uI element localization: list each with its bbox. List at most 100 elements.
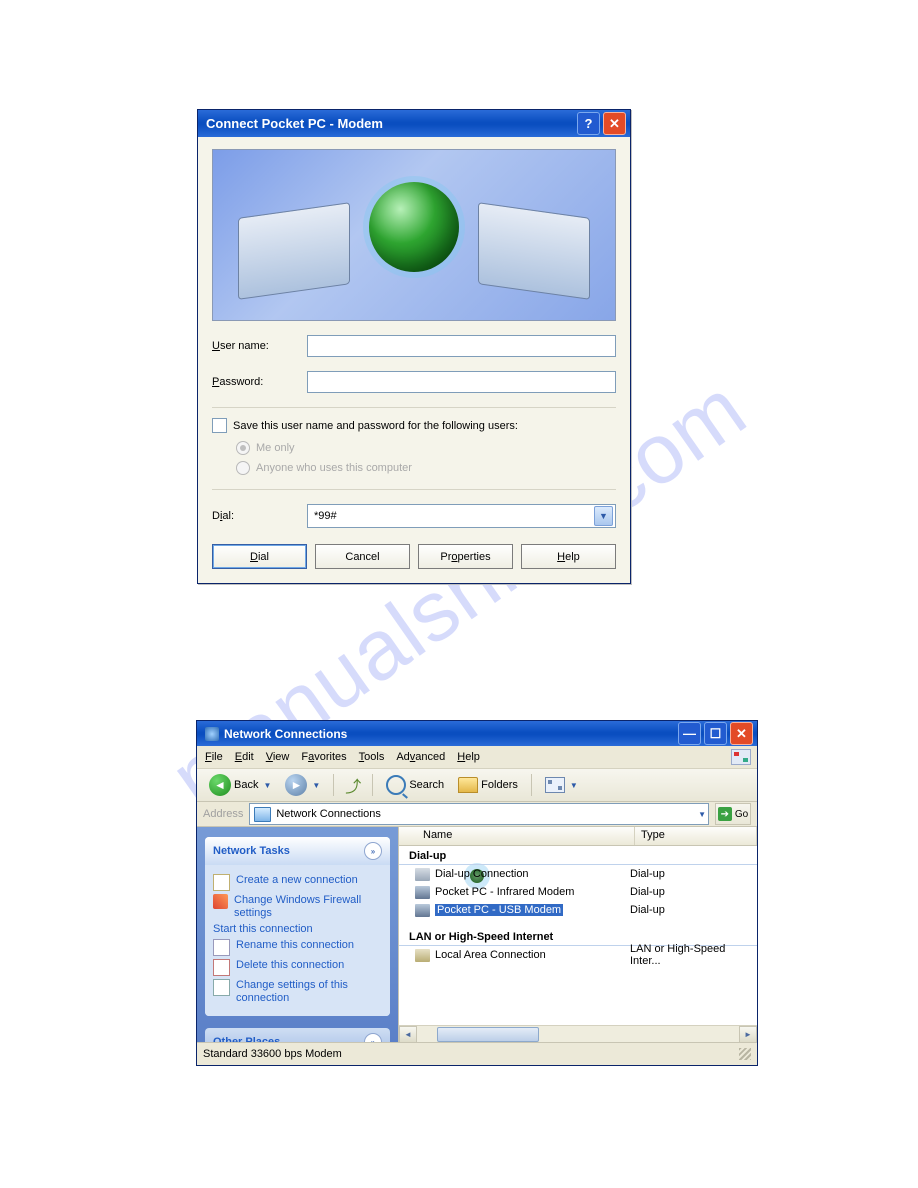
list-item[interactable]: Dial-up Connection Dial-up <box>399 865 757 883</box>
properties-button[interactable]: Properties <box>418 544 513 569</box>
chevron-down-icon[interactable]: ▼ <box>698 810 706 819</box>
scroll-track[interactable] <box>417 1026 739 1042</box>
item-type: Dial-up <box>630 886 757 898</box>
network-tasks-list: Create a new connection Change Windows F… <box>205 865 390 1016</box>
window-titlebar[interactable]: Network Connections — ☐ ✕ <box>197 721 757 746</box>
me-only-label: Me only <box>256 442 295 454</box>
forward-button[interactable]: ► ▼ <box>281 773 324 797</box>
scroll-thumb[interactable] <box>437 1027 539 1042</box>
dial-label: Dial: <box>212 510 307 522</box>
column-name[interactable]: Name <box>399 827 635 845</box>
sidebar-item-new-connection[interactable]: Create a new connection <box>213 874 384 891</box>
chevron-down-icon[interactable]: ▼ <box>312 781 320 790</box>
scroll-right-icon[interactable]: ► <box>739 1026 757 1043</box>
side-panel: Network Tasks » Create a new connection … <box>197 827 398 1042</box>
item-name: Dial-up Connection <box>435 868 529 880</box>
item-name: Local Area Connection <box>435 949 546 961</box>
network-connections-icon <box>254 807 271 822</box>
item-type: Dial-up <box>630 904 757 916</box>
item-name: Pocket PC - Infrared Modem <box>435 886 574 898</box>
anyone-label: Anyone who uses this computer <box>256 462 412 474</box>
menu-advanced[interactable]: Advanced <box>396 751 445 763</box>
sidebar-item-delete[interactable]: Delete this connection <box>213 959 384 976</box>
rename-icon <box>213 939 230 956</box>
expand-icon[interactable]: » <box>364 1033 382 1042</box>
lan-connection-icon <box>415 949 430 962</box>
maximize-button-icon[interactable]: ☐ <box>704 722 727 745</box>
up-folder-icon[interactable]: ⤴ <box>343 775 363 795</box>
toolbar: ◄ Back ▼ ► ▼ ⤴ Search Folders ▼ <box>197 769 757 802</box>
menubar: File Edit View Favorites Tools Advanced … <box>197 746 757 769</box>
list-item[interactable]: Pocket PC - Infrared Modem Dial-up <box>399 883 757 901</box>
horizontal-scrollbar[interactable]: ◄ ► <box>399 1025 757 1042</box>
menu-file[interactable]: File <box>205 751 223 763</box>
dialog-titlebar[interactable]: Connect Pocket PC - Modem ? ✕ <box>198 110 630 137</box>
windows-flag-icon <box>731 749 751 765</box>
views-button[interactable]: ▼ <box>541 773 582 797</box>
close-button-icon[interactable]: ✕ <box>730 722 753 745</box>
status-text: Standard 33600 bps Modem <box>203 1048 342 1060</box>
search-icon <box>386 775 406 795</box>
other-places-header[interactable]: Other Places » <box>205 1028 390 1042</box>
go-button[interactable]: ➔ Go <box>715 803 751 825</box>
chevron-down-icon[interactable]: ▼ <box>594 506 613 526</box>
item-type: LAN or High-Speed Inter... <box>630 943 757 967</box>
chevron-down-icon[interactable]: ▼ <box>570 781 578 790</box>
cancel-button[interactable]: Cancel <box>315 544 410 569</box>
menu-help[interactable]: Help <box>457 751 480 763</box>
network-tasks-panel: Network Tasks » Create a new connection … <box>205 837 390 1016</box>
password-input[interactable] <box>307 371 616 393</box>
list-item[interactable]: Local Area Connection LAN or High-Speed I… <box>399 946 757 964</box>
sidebar-item-start[interactable]: Start this connection <box>213 923 384 936</box>
item-type: Dial-up <box>630 868 757 880</box>
dial-connection-icon <box>415 868 430 881</box>
menu-view[interactable]: View <box>266 751 290 763</box>
go-label: Go <box>735 809 748 820</box>
username-input[interactable] <box>307 335 616 357</box>
resize-grip-icon[interactable] <box>739 1048 751 1060</box>
menu-favorites[interactable]: Favorites <box>301 751 346 763</box>
delete-icon <box>213 959 230 976</box>
collapse-icon[interactable]: » <box>364 842 382 860</box>
firewall-icon <box>213 894 228 909</box>
folders-label: Folders <box>481 779 518 791</box>
column-headers: Name Type <box>399 827 757 846</box>
menu-edit[interactable]: Edit <box>235 751 254 763</box>
close-button-icon[interactable]: ✕ <box>603 112 626 135</box>
save-label: Save this user name and password for the… <box>233 420 518 432</box>
scroll-left-icon[interactable]: ◄ <box>399 1026 417 1043</box>
password-label: Password: <box>212 376 307 388</box>
help-button-icon[interactable]: ? <box>577 112 600 135</box>
network-connections-window: Network Connections — ☐ ✕ File Edit View… <box>196 720 758 1066</box>
folders-button[interactable]: Folders <box>454 773 522 797</box>
search-button[interactable]: Search <box>382 773 448 797</box>
address-bar: Address Network Connections ▼ ➔ Go <box>197 802 757 827</box>
minimize-button-icon[interactable]: — <box>678 722 701 745</box>
me-only-radio <box>236 441 250 455</box>
forward-icon: ► <box>285 774 307 796</box>
chevron-down-icon[interactable]: ▼ <box>263 781 271 790</box>
usb-connection-icon <box>415 904 430 917</box>
anyone-radio <box>236 461 250 475</box>
menu-tools[interactable]: Tools <box>359 751 385 763</box>
dial-combobox[interactable]: *99# ▼ <box>307 504 616 528</box>
address-input[interactable]: Network Connections ▼ <box>249 803 709 825</box>
column-type[interactable]: Type <box>635 827 757 845</box>
back-button[interactable]: ◄ Back ▼ <box>205 773 275 797</box>
window-title: Network Connections <box>224 727 347 741</box>
list-item[interactable]: Pocket PC - USB ModemDial-up <box>399 901 757 919</box>
sidebar-item-settings[interactable]: Change settings of this connection <box>213 979 384 1005</box>
save-checkbox[interactable] <box>212 418 227 433</box>
address-value: Network Connections <box>276 808 381 820</box>
new-connection-icon <box>213 874 230 891</box>
sidebar-item-rename[interactable]: Rename this connection <box>213 939 384 956</box>
help-button[interactable]: Help <box>521 544 616 569</box>
username-label: User name: <box>212 340 307 352</box>
go-icon: ➔ <box>718 807 732 821</box>
sidebar-item-firewall[interactable]: Change Windows Firewall settings <box>213 894 384 920</box>
network-tasks-header[interactable]: Network Tasks » <box>205 837 390 865</box>
globe-icon <box>369 182 459 272</box>
dial-button[interactable]: Dial <box>212 544 307 569</box>
connect-dialog: Connect Pocket PC - Modem ? ✕ User name:… <box>197 109 631 584</box>
dialog-title: Connect Pocket PC - Modem <box>206 116 383 131</box>
